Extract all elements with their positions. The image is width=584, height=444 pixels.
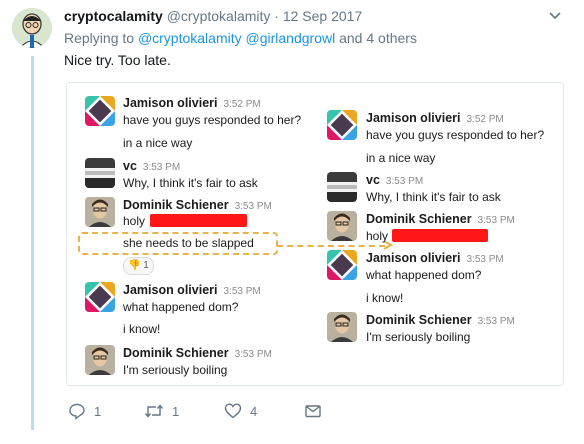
message-time: 3:53 PM <box>234 201 272 212</box>
message-line: what happened dom? <box>123 300 239 314</box>
message-time: 3:53 PM <box>385 176 424 187</box>
message-line: holy <box>366 229 389 243</box>
tweet-header: cryptocalamity @cryptokalamity · 12 Sep … <box>64 8 362 24</box>
message-sender: Jamison olivieri <box>366 111 461 125</box>
heart-icon <box>224 403 242 419</box>
message-line: have you guys responded to her? <box>366 128 545 142</box>
message-line: i know! <box>366 291 404 305</box>
mention-link[interactable]: @girlandgrowl <box>246 30 336 46</box>
slack-logo-icon <box>85 96 115 126</box>
message-line: what happened dom? <box>366 268 482 282</box>
slack-logo-icon <box>327 110 357 140</box>
message-time: 3:52 PM <box>223 99 261 110</box>
reply-icon <box>69 403 85 420</box>
message-line: I'm seriously boiling <box>123 363 228 377</box>
dominik-avatar <box>327 312 357 342</box>
display-name[interactable]: cryptocalamity <box>64 8 163 24</box>
message-time: 3:53 PM <box>223 286 261 297</box>
message-line: Why, I think it's fair to ask <box>366 190 501 204</box>
thumbs-down-icon: 👎 <box>128 260 141 271</box>
slack-message: Dominik Schiener 3:53 PM <box>366 313 515 327</box>
retweet-icon <box>144 404 164 418</box>
redaction-bar <box>150 214 247 227</box>
thread-line <box>31 56 34 430</box>
slack-message: vc 3:53 PM <box>366 173 423 187</box>
slack-message: Dominik Schiener 3:53 PM <box>123 198 272 212</box>
message-time: 3:53 PM <box>234 349 272 360</box>
direct-message-button[interactable] <box>304 400 322 422</box>
message-line: in a nice way <box>123 136 193 150</box>
message-sender: Dominik Schiener <box>366 212 472 226</box>
message-line: in a nice way <box>366 151 436 165</box>
vc-avatar <box>85 158 115 188</box>
message-sender: vc <box>366 173 380 187</box>
slack-message: Dominik Schiener 3:53 PM <box>366 212 515 226</box>
like-count: 4 <box>250 403 258 419</box>
message-sender: vc <box>123 159 137 173</box>
tweet-actions: 1 1 4 <box>64 400 364 422</box>
tweet-date[interactable]: · 12 Sep 2017 <box>274 8 362 24</box>
message-time: 3:53 PM <box>142 162 181 173</box>
like-button[interactable]: 4 <box>224 400 257 422</box>
message-line: she needs to be slapped <box>123 236 254 250</box>
slack-message: Jamison olivieri 3:52 PM <box>123 96 261 110</box>
message-sender: Dominik Schiener <box>123 346 229 360</box>
message-sender: Dominik Schiener <box>366 313 472 327</box>
reaction-count: 1 <box>143 260 149 271</box>
envelope-icon <box>305 405 321 418</box>
slack-message: Jamison olivieri 3:52 PM <box>366 111 504 125</box>
slack-logo-icon <box>327 250 357 280</box>
message-sender: Jamison olivieri <box>123 283 218 297</box>
mention-link[interactable]: @cryptokalamity <box>138 30 242 46</box>
dominik-avatar <box>327 211 357 241</box>
message-line: holy <box>123 214 146 228</box>
retweet-button[interactable]: 1 <box>144 400 179 422</box>
message-sender: Dominik Schiener <box>123 198 229 212</box>
message-time: 3:53 PM <box>466 254 504 265</box>
message-time: 3:52 PM <box>466 114 504 125</box>
reply-count: 1 <box>94 403 102 419</box>
message-line: I'm seriously boiling <box>366 330 471 344</box>
message-line: i know! <box>123 322 161 336</box>
others-label[interactable]: and 4 others <box>339 30 417 46</box>
vc-avatar <box>327 172 357 202</box>
message-line: Why, I think it's fair to ask <box>123 176 258 190</box>
slack-message: vc 3:53 PM <box>123 159 180 173</box>
tweet-text: Nice try. Too late. <box>64 52 171 68</box>
replying-to: Replying to @cryptokalamity @girlandgrow… <box>64 30 417 46</box>
message-sender: Jamison olivieri <box>123 96 218 110</box>
user-handle[interactable]: @cryptokalamity <box>167 8 271 24</box>
message-time: 3:53 PM <box>477 316 515 327</box>
replying-to-label: Replying to <box>64 30 135 46</box>
slack-logo-icon <box>85 282 115 312</box>
dominik-avatar <box>85 197 115 227</box>
message-line: have you guys responded to her? <box>123 113 302 127</box>
chevron-down-icon[interactable] <box>548 10 562 22</box>
reaction-badge[interactable]: 👎 1 <box>123 257 154 275</box>
message-time: 3:53 PM <box>477 215 515 226</box>
retweet-count: 1 <box>172 403 180 419</box>
slack-message: Dominik Schiener 3:53 PM <box>123 346 272 360</box>
tweet-media-image[interactable]: Jamison olivieri 3:52 PM have you guys re… <box>66 82 564 386</box>
redaction-bar <box>392 229 488 242</box>
highlight-connector <box>277 245 385 247</box>
message-sender: Jamison olivieri <box>366 251 461 265</box>
user-avatar[interactable] <box>12 8 52 48</box>
slack-message: Jamison olivieri 3:53 PM <box>123 283 261 297</box>
dominik-avatar <box>85 345 115 375</box>
reply-button[interactable]: 1 <box>68 400 101 422</box>
slack-message: Jamison olivieri 3:53 PM <box>366 251 504 265</box>
